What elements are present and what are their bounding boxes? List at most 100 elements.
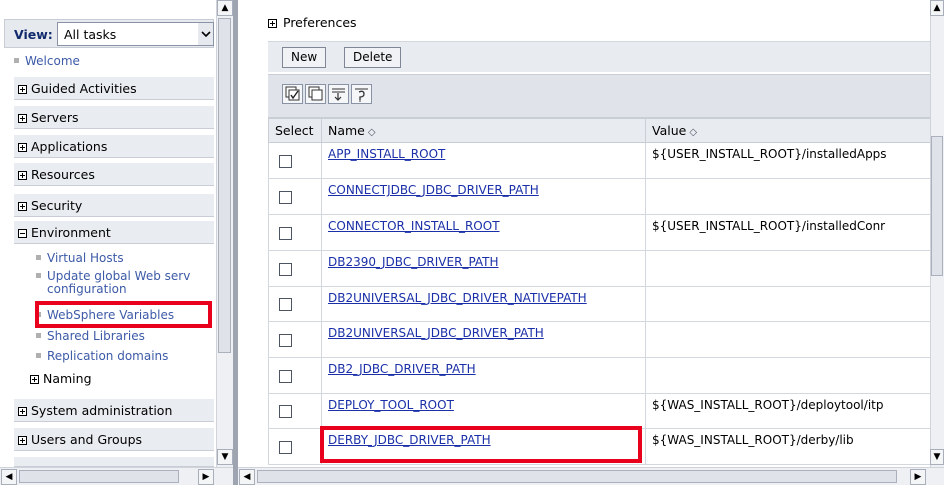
nav-group-security[interactable]: Security [14,193,214,217]
nav-naming[interactable]: Naming [30,371,92,386]
expand-icon [18,114,27,123]
nav-group-resources[interactable]: Resources [14,162,214,186]
select-cell [268,250,322,287]
table-row: APP_INSTALL_ROOT ${USER_INSTALL_ROOT}/in… [268,142,931,179]
nav-group-label: Security [31,198,83,213]
name-cell: APP_INSTALL_ROOT [321,142,646,179]
view-label: View: [14,27,53,42]
expand-icon [18,171,27,180]
nav-vertical-scrollbar[interactable]: ▲ ▼ [216,0,233,467]
nav-group-label: Guided Activities [31,81,137,96]
row-checkbox[interactable] [279,405,292,418]
row-checkbox[interactable] [279,190,292,204]
nav-websphere-variables[interactable]: WebSphere Variables [36,308,174,322]
variable-link[interactable]: CONNECTOR_INSTALL_ROOT [328,219,500,233]
row-checkbox[interactable] [279,262,292,276]
variable-link[interactable]: CONNECTJDBC_JDBC_DRIVER_PATH [328,183,539,197]
variable-link[interactable]: DERBY_JDBC_DRIVER_PATH [328,433,491,447]
show-filter-icon[interactable] [328,84,349,104]
row-checkbox[interactable] [279,369,292,383]
bullet-icon [36,255,41,260]
button-bar: New Delete [268,41,930,72]
nav-horizontal-scrollbar[interactable]: ◀ ▶ [0,467,233,485]
scroll-thumb[interactable] [218,18,231,353]
table-toolbar [268,74,930,118]
nav-group-applications[interactable]: Applications [14,134,214,158]
row-checkbox[interactable] [279,440,292,454]
column-header-value[interactable]: Value ◇ [645,118,931,143]
select-all-icon[interactable] [282,84,303,104]
nav-group-environment[interactable]: Environment [14,220,214,244]
scroll-thumb[interactable] [931,136,943,276]
scroll-thumb[interactable] [257,470,897,483]
variable-link[interactable]: DB2_JDBC_DRIVER_PATH [328,362,476,376]
column-header-label: Value [652,123,687,138]
scroll-up-icon[interactable]: ▲ [930,0,944,16]
scroll-up-icon[interactable]: ▲ [217,0,233,16]
view-select-dropdown[interactable] [198,22,214,46]
deselect-all-icon[interactable] [305,84,326,104]
name-cell: DB2390_JDBC_DRIVER_PATH [321,250,646,287]
table-row: DB2_JDBC_DRIVER_PATH [268,357,931,394]
column-header-select: Select [268,118,322,143]
select-cell [268,428,322,465]
scroll-left-icon[interactable]: ◀ [1,469,17,485]
column-header-label: Name [328,123,365,138]
sort-icon[interactable]: ◇ [368,127,376,138]
value-cell: ${WAS_INSTALL_ROOT}/derby/lib [645,428,931,465]
nav-group-system-administration[interactable]: System administration [14,398,214,422]
variable-link[interactable]: DEPLOY_TOOL_ROOT [328,398,454,412]
delete-button[interactable]: Delete [344,47,402,68]
expand-icon [18,407,27,416]
expand-icon [18,202,27,211]
nav-group-servers[interactable]: Servers [14,105,214,129]
variable-link[interactable]: DB2390_JDBC_DRIVER_PATH [328,255,499,269]
scroll-right-icon[interactable]: ▶ [910,469,926,485]
bullet-icon [36,353,41,358]
scroll-right-icon[interactable]: ▶ [198,469,214,485]
row-checkbox[interactable] [279,226,292,240]
select-cell [268,393,322,429]
value-cell: ${USER_INSTALL_ROOT}/installedConr [645,214,931,251]
view-select[interactable]: All tasks [57,22,199,46]
scroll-thumb[interactable] [19,470,179,483]
variable-link[interactable]: DB2UNIVERSAL_JDBC_DRIVER_NATIVEPATH [328,291,587,305]
nav-virtual-hosts[interactable]: Virtual Hosts [36,251,124,265]
nav-group-users-and-groups[interactable]: Users and Groups [14,427,214,451]
scroll-left-icon[interactable]: ◀ [239,469,255,485]
row-checkbox[interactable] [279,298,292,311]
table-row: DB2UNIVERSAL_JDBC_DRIVER_PATH [268,321,931,358]
column-header-name[interactable]: Name ◇ [321,118,646,143]
content-vertical-scrollbar[interactable]: ▲ ▼ [930,0,944,467]
scroll-down-icon[interactable]: ▼ [930,449,944,465]
nav-group-label: Users and Groups [31,432,143,447]
sort-icon[interactable]: ◇ [689,127,697,138]
variables-table: Select Name ◇ Value ◇ APP_INSTALL_ROOT ${U… [268,118,931,465]
preferences-toggle[interactable]: Preferences [268,15,357,30]
nav-group-label: Resources [31,167,95,182]
nav-replication-domains[interactable]: Replication domains [36,349,168,363]
nav-item-label: WebSphere Variables [47,308,175,322]
nav-item-label: Update global Web serv [47,269,191,283]
nav-shared-libraries[interactable]: Shared Libraries [36,329,145,343]
select-cell [268,142,322,179]
variable-link[interactable]: DB2UNIVERSAL_JDBC_DRIVER_PATH [328,326,544,340]
clear-filter-icon[interactable] [351,84,372,104]
variable-link[interactable]: APP_INSTALL_ROOT [328,147,445,161]
row-checkbox[interactable] [279,333,292,347]
preferences-label: Preferences [283,15,357,30]
nav-group-guided-activities[interactable]: Guided Activities [14,76,214,100]
nav-group-label: Environment [31,225,111,240]
content-horizontal-scrollbar[interactable]: ◀ ▶ [238,467,944,485]
name-cell: DB2_JDBC_DRIVER_PATH [321,357,646,394]
expand-icon [30,375,39,384]
table-row: CONNECTJDBC_JDBC_DRIVER_PATH [268,178,931,215]
nav-welcome[interactable]: Welcome [14,54,80,68]
scroll-down-icon[interactable]: ▼ [217,449,233,465]
row-checkbox[interactable] [279,154,292,168]
nav-update-global-web-server[interactable]: Update global Web serv configuration [36,270,190,296]
new-button[interactable]: New [282,47,327,68]
value-cell [645,321,931,358]
collapse-icon [18,229,27,238]
value-cell [645,286,931,322]
